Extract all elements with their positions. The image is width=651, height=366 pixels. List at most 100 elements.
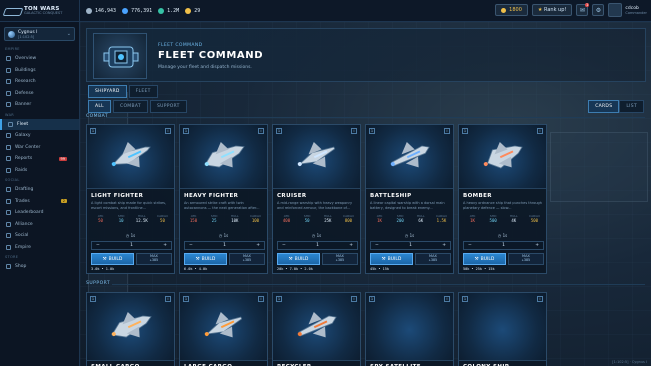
ship-card[interactable]: 1 i CRUISER A mid-range warship with heavy … <box>272 124 361 274</box>
quantity-value[interactable]: 1 <box>316 243 319 248</box>
max-button[interactable]: MAX +385 <box>414 253 451 265</box>
quantity-stepper[interactable]: − 1 + <box>370 241 451 250</box>
ship-card[interactable]: 1 i BATTLESHIP A linear capital warship wit… <box>365 124 454 274</box>
tab-shipyard[interactable]: SHIPYARD <box>88 85 127 98</box>
sidebar-item-shop[interactable]: Shop <box>0 261 79 273</box>
build-button[interactable]: ⚒ BUILD <box>370 253 413 265</box>
increment-button[interactable]: + <box>256 243 260 248</box>
info-icon[interactable]: i <box>351 128 357 134</box>
info-icon[interactable]: i <box>444 128 450 134</box>
ship-stats: ATK 50 SHD 10 HULL 12.5K CARGO 50 <box>91 214 172 223</box>
energy-icon <box>185 7 192 14</box>
resource-item: 776,391 <box>122 7 152 14</box>
quantity-stepper[interactable]: − 1 + <box>463 241 544 250</box>
rank-up-button[interactable]: ★ Rank up! <box>531 4 573 16</box>
sidebar-item-defense[interactable]: Defense <box>0 88 79 100</box>
info-icon[interactable]: i <box>537 296 543 302</box>
ship-cost: 6.0k • 4.0k <box>184 267 208 271</box>
decrement-button[interactable]: − <box>96 243 100 248</box>
build-actions: ⚒ BUILD MAX +385 <box>184 253 265 265</box>
filter-tab-combat[interactable]: COMBAT <box>113 100 148 113</box>
increment-button[interactable]: + <box>442 243 446 248</box>
ship-card[interactable]: 1 i LIGHT FIGHTER A light combat ship made … <box>86 124 175 274</box>
user-menu[interactable]: cdcob Commander <box>608 3 647 17</box>
hero-banner: FLEET COMMAND FLEET COMMAND Manage your … <box>86 28 646 82</box>
max-button[interactable]: MAX +385 <box>507 253 544 265</box>
cart-icon <box>6 264 11 270</box>
mail-icon: ✉ <box>579 6 585 14</box>
main-content: FLEET COMMAND FLEET COMMAND Manage your … <box>80 22 651 366</box>
quantity-value[interactable]: 1 <box>409 243 412 248</box>
ship-card[interactable]: 1 i BOMBER A heavy ordnance ship that punch… <box>458 124 547 274</box>
resource-value: 1.2M <box>167 7 180 14</box>
build-time: ◷ 1s <box>180 233 267 238</box>
ship-level-badge: 1 <box>183 128 189 134</box>
ship-illustration <box>292 306 342 348</box>
ship-card[interactable]: 1iCOLONY SHIP <box>458 292 547 366</box>
max-button[interactable]: MAX +385 <box>135 253 172 265</box>
info-icon[interactable]: i <box>258 296 264 302</box>
increment-button[interactable]: + <box>163 243 167 248</box>
sidebar-item-leaderboard[interactable]: Leaderboard <box>0 207 79 219</box>
credits-button[interactable]: 1800 <box>495 4 528 16</box>
quantity-stepper[interactable]: − 1 + <box>184 241 265 250</box>
quantity-value[interactable]: 1 <box>130 243 133 248</box>
sidebar-item-galaxy[interactable]: Galaxy <box>0 130 79 142</box>
quantity-value[interactable]: 1 <box>223 243 226 248</box>
increment-button[interactable]: + <box>535 243 539 248</box>
filter-tab-all[interactable]: ALL <box>88 100 111 113</box>
quantity-stepper[interactable]: − 1 + <box>277 241 358 250</box>
info-icon[interactable]: i <box>165 296 171 302</box>
view-cards[interactable]: CARDS <box>588 100 620 113</box>
info-icon[interactable]: i <box>351 296 357 302</box>
ship-card[interactable]: 1iSPY SATELLITE <box>365 292 454 366</box>
logo[interactable]: TON WARS GALACTIC CONQUEST <box>0 0 80 22</box>
decrement-button[interactable]: − <box>468 243 472 248</box>
settings-button[interactable]: ⚙ <box>592 4 605 16</box>
filter-tab-support[interactable]: SUPPORT <box>149 100 187 113</box>
info-icon[interactable]: i <box>444 296 450 302</box>
info-icon[interactable]: i <box>537 128 543 134</box>
info-icon[interactable]: i <box>258 128 264 134</box>
ship-card[interactable]: 1iRECYCLER <box>272 292 361 366</box>
hero-kicker: FLEET COMMAND <box>158 43 203 48</box>
gear-icon: ⚙ <box>595 6 602 14</box>
build-button[interactable]: ⚒ BUILD <box>277 253 320 265</box>
decrement-button[interactable]: − <box>282 243 286 248</box>
sidebar-item-war-center[interactable]: War Center <box>0 142 79 154</box>
quantity-value[interactable]: 1 <box>502 243 505 248</box>
build-button[interactable]: ⚒ BUILD <box>463 253 506 265</box>
metal-icon <box>86 7 92 14</box>
sidebar-item-reports[interactable]: Reports 99 <box>0 153 79 165</box>
sidebar-item-raids[interactable]: Raids <box>0 165 79 177</box>
ship-image: 1i <box>180 125 267 189</box>
quantity-stepper[interactable]: − 1 + <box>91 241 172 250</box>
max-button[interactable]: MAX +385 <box>321 253 358 265</box>
build-button[interactable]: ⚒ BUILD <box>184 253 227 265</box>
flask-icon <box>6 79 11 85</box>
tab-fleet[interactable]: FLEET <box>128 85 158 98</box>
ship-card[interactable]: 1iSMALL CARGO <box>86 292 175 366</box>
build-button[interactable]: ⚒ BUILD <box>91 253 134 265</box>
max-button[interactable]: MAX +385 <box>228 253 265 265</box>
sidebar-item-banner[interactable]: Banner <box>0 99 79 111</box>
ship-card[interactable]: 1 i HEAVY FIGHTER An armoured strike craft … <box>179 124 268 274</box>
sidebar-item-fleet[interactable]: Fleet <box>0 118 79 130</box>
increment-button[interactable]: + <box>349 243 353 248</box>
mail-button[interactable]: ✉ 1 <box>576 3 590 16</box>
sidebar-item-drafting[interactable]: Drafting <box>0 184 79 196</box>
decrement-button[interactable]: − <box>375 243 379 248</box>
info-icon[interactable]: i <box>165 128 171 134</box>
sidebar-item-empire[interactable]: Empire <box>0 242 79 254</box>
sidebar-item-overview[interactable]: Overview <box>0 53 79 65</box>
sidebar-item-social[interactable]: Social <box>0 230 79 242</box>
sidebar-item-buildings[interactable]: Buildings <box>0 65 79 77</box>
sidebar-item-alliance[interactable]: Alliance <box>0 219 79 231</box>
sidebar-item-research[interactable]: Research <box>0 76 79 88</box>
decrement-button[interactable]: − <box>189 243 193 248</box>
stat-value: 10 <box>118 218 124 223</box>
planet-selector[interactable]: Cygnus I [1:102:5] ⌄ <box>4 27 75 41</box>
ship-card[interactable]: 1iLARGE CARGO <box>179 292 268 366</box>
view-list[interactable]: LIST <box>619 100 644 113</box>
sidebar-item-trades[interactable]: Trades 2 <box>0 196 79 208</box>
